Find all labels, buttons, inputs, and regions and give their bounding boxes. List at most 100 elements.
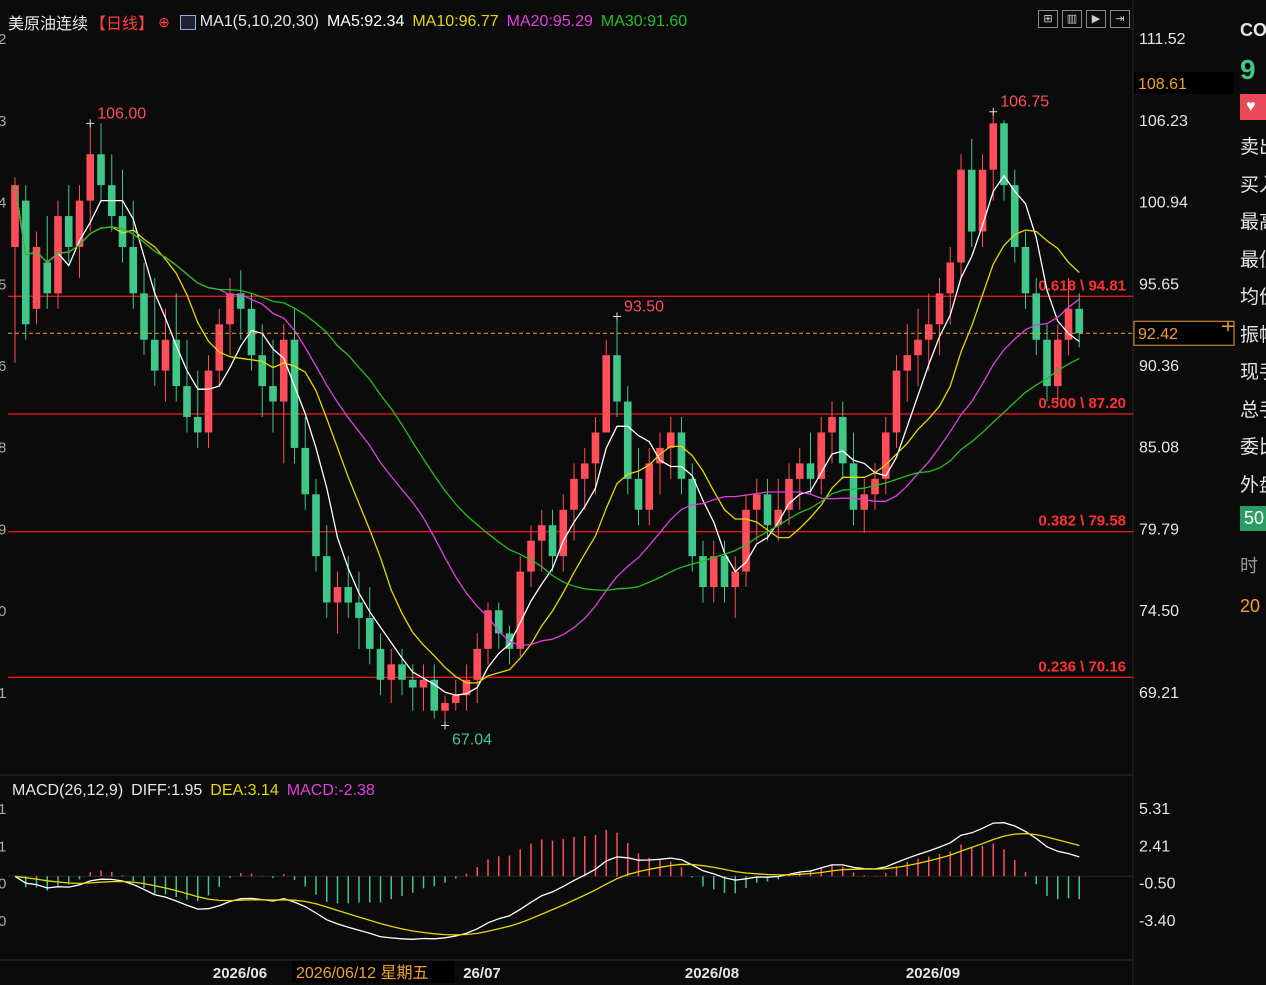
play-icon[interactable]: ▶: [1086, 10, 1106, 28]
candle-body[interactable]: [129, 246, 138, 294]
macd-diff-line: [14, 822, 1080, 940]
left-axis-label: 0: [0, 876, 6, 893]
candle-body[interactable]: [591, 432, 600, 464]
candle-body[interactable]: [247, 308, 256, 356]
candle-body[interactable]: [473, 648, 482, 680]
candle-body[interactable]: [11, 185, 19, 247]
fib-level-label: 0.500 \ 87.20: [1038, 395, 1126, 412]
candle-body[interactable]: [688, 478, 697, 557]
candle-body[interactable]: [828, 417, 836, 433]
candle-body[interactable]: [838, 417, 847, 464]
favorite-heart-icon[interactable]: ♥: [1240, 94, 1266, 120]
candle-body[interactable]: [301, 447, 310, 495]
candle-body[interactable]: [892, 370, 901, 433]
left-axis-label: 5: [0, 276, 6, 293]
candle-body[interactable]: [623, 401, 632, 479]
candle-body[interactable]: [527, 540, 535, 572]
chart-header: 美原油连续 【日线】 ⊕ MA1(5,10,20,30) MA5:92.34 M…: [8, 10, 687, 34]
low-annotation: 67.04: [452, 732, 492, 749]
left-axis-label: 6: [0, 358, 6, 375]
candle-body[interactable]: [1075, 308, 1084, 334]
candle-body[interactable]: [269, 386, 277, 402]
candle-body[interactable]: [183, 386, 191, 418]
candle-body[interactable]: [645, 463, 654, 510]
candle-body[interactable]: [967, 169, 976, 232]
candle-body[interactable]: [924, 324, 933, 340]
candle-body[interactable]: [580, 463, 589, 479]
candle-body[interactable]: [204, 370, 213, 433]
candle-body[interactable]: [516, 571, 525, 649]
period-label[interactable]: 【日线】: [90, 10, 154, 34]
candle-body[interactable]: [978, 169, 987, 232]
candle-body[interactable]: [1021, 246, 1030, 294]
plus-circle-icon[interactable]: ⊕: [158, 14, 170, 31]
quote-price: 9: [1240, 54, 1256, 85]
candle-body[interactable]: [312, 494, 320, 557]
macd-params[interactable]: MACD(26,12,9): [12, 782, 123, 800]
candle-body[interactable]: [613, 355, 621, 402]
candle-body[interactable]: [355, 602, 363, 618]
ma-params[interactable]: MA1(5,10,20,30): [200, 13, 319, 31]
chart-type-icon[interactable]: [179, 14, 196, 30]
candle-body[interactable]: [860, 494, 869, 510]
candle-body[interactable]: [322, 556, 331, 603]
candle-body[interactable]: [408, 679, 417, 688]
candle-body[interactable]: [935, 293, 944, 325]
candle-body[interactable]: [666, 432, 675, 448]
candle-body[interactable]: [97, 154, 105, 186]
candle-body[interactable]: [731, 571, 740, 588]
candle-body[interactable]: [989, 123, 998, 170]
candle-body[interactable]: [914, 339, 922, 356]
candle-body[interactable]: [365, 617, 374, 649]
fib-level-label: 0.618 \ 94.81: [1038, 277, 1126, 294]
candle-body[interactable]: [279, 339, 288, 402]
candle-body[interactable]: [494, 610, 503, 634]
candle-body[interactable]: [333, 587, 342, 603]
candle-body[interactable]: [849, 463, 858, 510]
candle-body[interactable]: [215, 324, 224, 371]
price-axis-label: 90.36: [1139, 358, 1179, 375]
candle-body[interactable]: [763, 494, 772, 526]
candle-body[interactable]: [32, 246, 41, 309]
candle-body[interactable]: [193, 417, 202, 433]
peak-annotation: 106.75: [1000, 94, 1049, 111]
candle-body[interactable]: [226, 293, 234, 325]
candle-body[interactable]: [398, 664, 406, 680]
left-axis-label: 8: [0, 440, 6, 457]
candle-body[interactable]: [903, 355, 912, 371]
candle-body[interactable]: [946, 262, 955, 294]
candle-body[interactable]: [376, 648, 385, 680]
candle-body[interactable]: [957, 169, 965, 263]
candle-body[interactable]: [752, 494, 761, 510]
candle-body[interactable]: [677, 432, 686, 479]
candle-body[interactable]: [451, 695, 460, 703]
symbol-name[interactable]: 美原油连续: [8, 10, 88, 34]
candle-body[interactable]: [570, 478, 578, 510]
candle-body[interactable]: [43, 262, 52, 294]
candle-body[interactable]: [344, 587, 353, 603]
candle-body[interactable]: [548, 525, 557, 557]
candle-body[interactable]: [709, 556, 718, 588]
candle-body[interactable]: [720, 556, 729, 588]
candle-body[interactable]: [795, 463, 804, 479]
candle-body[interactable]: [806, 463, 815, 479]
candle-body[interactable]: [785, 478, 793, 510]
candle-body[interactable]: [21, 200, 30, 325]
candle-body[interactable]: [258, 355, 267, 387]
candle-body[interactable]: [634, 478, 643, 510]
next-icon[interactable]: ⇥: [1110, 10, 1130, 28]
quote-field-label: 卖出: [1240, 137, 1266, 158]
grid-icon[interactable]: ▥: [1062, 10, 1082, 28]
candle-body[interactable]: [1053, 339, 1062, 387]
candle-body[interactable]: [161, 339, 170, 371]
candle-body[interactable]: [86, 154, 95, 201]
candle-body[interactable]: [537, 525, 546, 541]
expand-icon[interactable]: ⊞: [1038, 10, 1058, 28]
candle-body[interactable]: [419, 679, 428, 688]
kline-chart[interactable]: 0.618 \ 94.81 0.500 \ 87.20 0.382 \ 79.58 0…: [0, 0, 1238, 985]
candle-body[interactable]: [441, 702, 449, 711]
candle-body[interactable]: [602, 355, 611, 433]
candle-body[interactable]: [387, 664, 396, 680]
candle-body[interactable]: [150, 339, 159, 371]
candle-body[interactable]: [64, 216, 73, 247]
